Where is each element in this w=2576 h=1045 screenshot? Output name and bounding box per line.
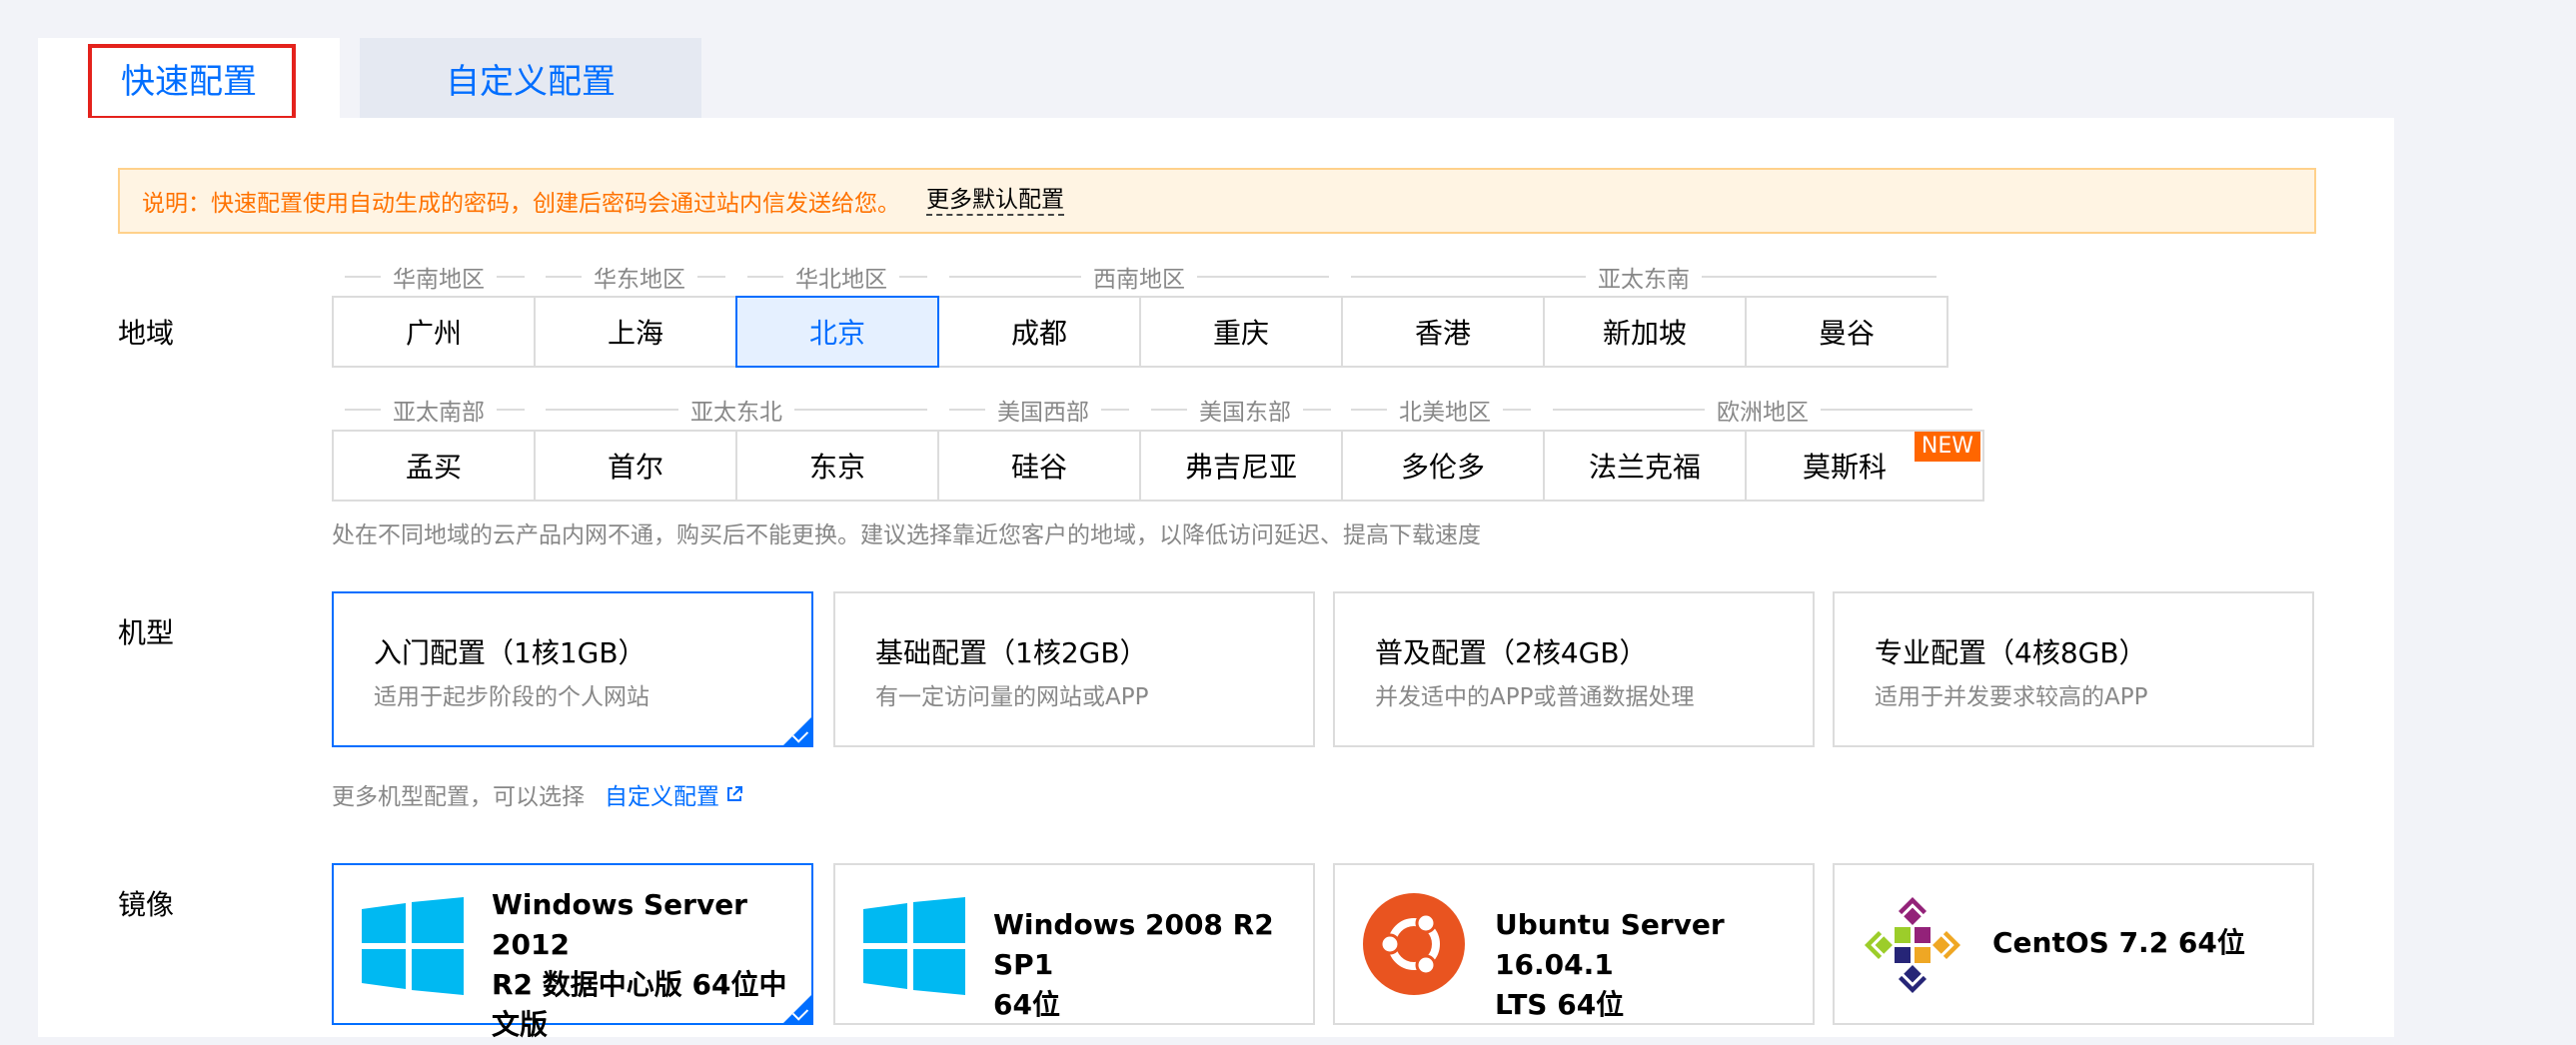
region-hongkong[interactable]: 香港 bbox=[1341, 296, 1545, 368]
region-group: 美国西部 bbox=[949, 396, 1129, 426]
region-toronto[interactable]: 多伦多 bbox=[1341, 430, 1545, 502]
image-card-windows-2008[interactable]: Windows 2008 R2 SP1 64位 bbox=[833, 863, 1315, 1025]
model-card-title: 普及配置（2核4GB） bbox=[1375, 636, 1648, 669]
region-bangkok[interactable]: 曼谷 bbox=[1745, 296, 1948, 368]
notice-bar: 说明：快速配置使用自动生成的密码，创建后密码会通过站内信发送给您。 更多默认配置 bbox=[118, 168, 2316, 234]
region-label: 地域 bbox=[118, 317, 175, 350]
region-shanghai[interactable]: 上海 bbox=[534, 296, 737, 368]
region-moscow-label: 莫斯科 bbox=[1802, 451, 1887, 484]
windows-icon bbox=[362, 897, 464, 995]
model-card-desc: 并发适中的APP或普通数据处理 bbox=[1375, 684, 1695, 710]
region-seoul[interactable]: 首尔 bbox=[534, 430, 737, 502]
region-frankfurt[interactable]: 法兰克福 bbox=[1543, 430, 1747, 502]
region-mumbai[interactable]: 孟买 bbox=[332, 430, 536, 502]
ubuntu-icon bbox=[1363, 893, 1465, 995]
region-guangzhou[interactable]: 广州 bbox=[332, 296, 536, 368]
region-group: 北美地区 bbox=[1351, 396, 1531, 426]
custom-config-link[interactable]: 自定义配置 bbox=[605, 777, 743, 811]
region-group: 华北地区 bbox=[747, 263, 927, 293]
tab-custom-config[interactable]: 自定义配置 bbox=[360, 38, 701, 118]
region-group: 亚太东北 bbox=[546, 396, 927, 426]
model-card-desc: 适用于并发要求较高的APP bbox=[1875, 684, 2148, 710]
region-silicon-valley[interactable]: 硅谷 bbox=[937, 430, 1141, 502]
region-group: 亚太东南 bbox=[1351, 263, 1936, 293]
model-card-title: 基础配置（1核2GB） bbox=[875, 636, 1148, 669]
model-label: 机型 bbox=[118, 616, 175, 649]
external-link-icon bbox=[727, 786, 742, 801]
image-name: Windows Server 2012 R2 数据中心版 64位中 文版 bbox=[492, 888, 787, 1041]
model-card-title: 专业配置（4核8GB） bbox=[1875, 636, 2147, 669]
region-virginia[interactable]: 弗吉尼亚 bbox=[1139, 430, 1343, 502]
image-label: 镜像 bbox=[118, 888, 175, 921]
more-models-text: 更多机型配置，可以选择 bbox=[332, 784, 585, 810]
region-group: 亚太南部 bbox=[345, 396, 525, 426]
region-group: 欧洲地区 bbox=[1553, 396, 1972, 426]
region-singapore[interactable]: 新加坡 bbox=[1543, 296, 1747, 368]
more-models-line: 更多机型配置，可以选择 自定义配置 bbox=[332, 777, 743, 811]
region-group: 西南地区 bbox=[949, 263, 1329, 293]
region-chengdu[interactable]: 成都 bbox=[937, 296, 1141, 368]
image-card-centos[interactable]: CentOS 7.2 64位 bbox=[1833, 863, 2314, 1025]
region-group: 华东地区 bbox=[546, 263, 725, 293]
region-row-2: 孟买 首尔 东京 硅谷 弗吉尼亚 多伦多 法兰克福 莫斯科 NEW bbox=[332, 430, 1984, 502]
region-group: 美国东部 bbox=[1151, 396, 1331, 426]
tab-quick-config[interactable]: 快速配置 bbox=[38, 38, 340, 120]
image-card-ubuntu[interactable]: Ubuntu Server 16.04.1 LTS 64位 bbox=[1333, 863, 1815, 1025]
tab-custom-config-label: 自定义配置 bbox=[446, 61, 616, 102]
notice-text: 说明：快速配置使用自动生成的密码，创建后密码会通过站内信发送给您。 bbox=[142, 191, 900, 217]
region-chongqing[interactable]: 重庆 bbox=[1139, 296, 1343, 368]
model-card-desc: 有一定访问量的网站或APP bbox=[875, 684, 1149, 710]
image-name: Windows 2008 R2 SP1 64位 bbox=[993, 908, 1274, 1021]
highlight-box bbox=[88, 44, 296, 120]
region-row-1: 广州 上海 北京 成都 重庆 香港 新加坡 曼谷 bbox=[332, 296, 1948, 368]
windows-icon bbox=[863, 897, 965, 995]
region-beijing[interactable]: 北京 bbox=[735, 296, 939, 368]
new-badge: NEW bbox=[1914, 432, 1980, 462]
region-tokyo[interactable]: 东京 bbox=[735, 430, 939, 502]
region-moscow[interactable]: 莫斯科 NEW bbox=[1745, 430, 1984, 502]
region-hint: 处在不同地域的云产品内网不通，购买后不能更换。建议选择靠近您客户的地域，以降低访… bbox=[332, 522, 1481, 548]
image-name: CentOS 7.2 64位 bbox=[1992, 926, 2245, 959]
model-card-1c2g[interactable]: 基础配置（1核2GB） 有一定访问量的网站或APP bbox=[833, 591, 1315, 747]
model-card-desc: 适用于起步阶段的个人网站 bbox=[374, 684, 649, 710]
image-card-windows-2012[interactable]: Windows Server 2012 R2 数据中心版 64位中 文版 bbox=[332, 863, 813, 1041]
model-card-title: 入门配置（1核1GB） bbox=[374, 636, 646, 669]
model-card-2c4g[interactable]: 普及配置（2核4GB） 并发适中的APP或普通数据处理 bbox=[1333, 591, 1815, 747]
custom-config-link-label: 自定义配置 bbox=[605, 784, 719, 810]
centos-icon bbox=[1865, 897, 1960, 993]
model-card-basic-1c1g[interactable]: 入门配置（1核1GB） 适用于起步阶段的个人网站 bbox=[332, 591, 813, 747]
model-card-4c8g[interactable]: 专业配置（4核8GB） 适用于并发要求较高的APP bbox=[1833, 591, 2314, 747]
more-default-config-link[interactable]: 更多默认配置 bbox=[926, 186, 1064, 216]
image-name: Ubuntu Server 16.04.1 LTS 64位 bbox=[1495, 908, 1725, 1021]
region-group: 华南地区 bbox=[345, 263, 525, 293]
